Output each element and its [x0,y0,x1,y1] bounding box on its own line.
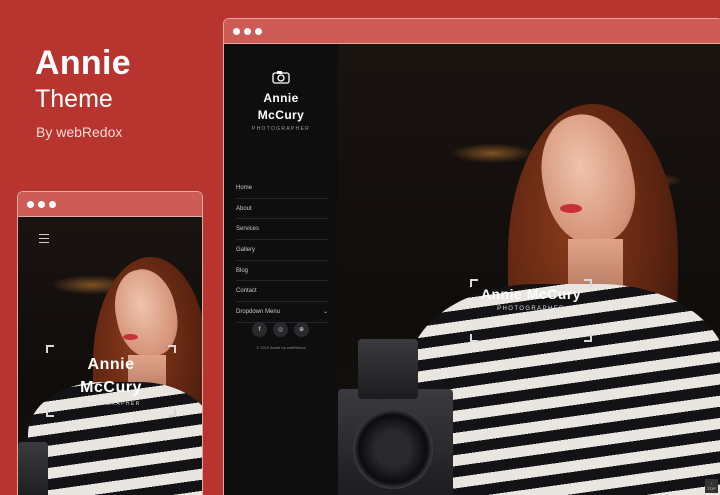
sidebar: Annie McCury PHOTOGRAPHER Home About Ser… [224,44,338,495]
facebook-icon[interactable]: f [252,322,267,337]
promo-subtitle: Theme [35,85,113,113]
copyright-text: © 2019 Annie by webRedox [256,345,306,350]
hero-photo: Annie McCury PHOTOGRAPHER ↑ TOP [338,44,720,495]
window-dot-icon [244,27,251,35]
window-dot-icon [233,27,240,35]
menu-item-label: Blog [236,267,249,274]
site-tagline: PHOTOGRAPHER [251,126,310,132]
hero-tagline: PHOTOGRAPHER [497,306,565,312]
menu-item-services[interactable]: Services [236,219,328,241]
mobile-hero-photo: Annie McCury PHOTOGRAPHER [18,217,202,495]
main-menu: Home About Services Gallery Blog Contact… [236,178,328,323]
desktop-preview-window: Annie McCury PHOTOGRAPHER ↑ TOP Annie Mc… [223,18,720,495]
mobile-hero-title-line1: Annie [87,356,135,373]
window-dot-icon [38,200,45,208]
window-dot-icon [49,200,56,208]
mobile-hero-title-line2: McCury [80,379,142,396]
scroll-to-top-button[interactable]: ↑ TOP [705,479,718,493]
instagram-icon[interactable]: ◎ [273,322,288,337]
menu-item-label: Dropdown Menu [236,308,281,315]
window-title-bar [18,192,202,217]
site-name[interactable]: Annie McCury [224,90,338,124]
menu-item-gallery[interactable]: Gallery [236,240,328,261]
camera-logo-icon [272,71,290,84]
menu-item-label: Gallery [236,246,256,253]
window-dot-icon [27,200,34,208]
menu-item-label: About [236,205,252,212]
social-links: f ◎ ⊕ [252,322,309,337]
menu-item-blog[interactable]: Blog [236,261,328,282]
menu-item-home[interactable]: Home [236,178,328,199]
hamburger-menu-icon[interactable] [39,234,49,246]
mobile-preview-window: Annie McCury PHOTOGRAPHER [17,191,203,495]
window-title-bar [224,19,720,44]
promo-title: Annie [35,44,131,82]
menu-item-label: Services [236,226,260,233]
window-dot-icon [255,27,262,35]
dribbble-icon[interactable]: ⊕ [294,322,309,337]
menu-item-dropdown[interactable]: Dropdown Menu ⌄ [236,302,328,323]
menu-item-contact[interactable]: Contact [236,281,328,303]
menu-item-label: Home [236,184,253,191]
menu-item-about[interactable]: About [236,199,328,220]
promo-byline: By webRedox [36,124,123,140]
mobile-hero-tagline: PHOTOGRAPHER [81,401,141,407]
chevron-down-icon: ⌄ [322,309,328,316]
hero-title: Annie McCury [480,286,582,302]
scroll-top-label: TOP [707,486,716,491]
menu-item-label: Contact [236,288,257,295]
